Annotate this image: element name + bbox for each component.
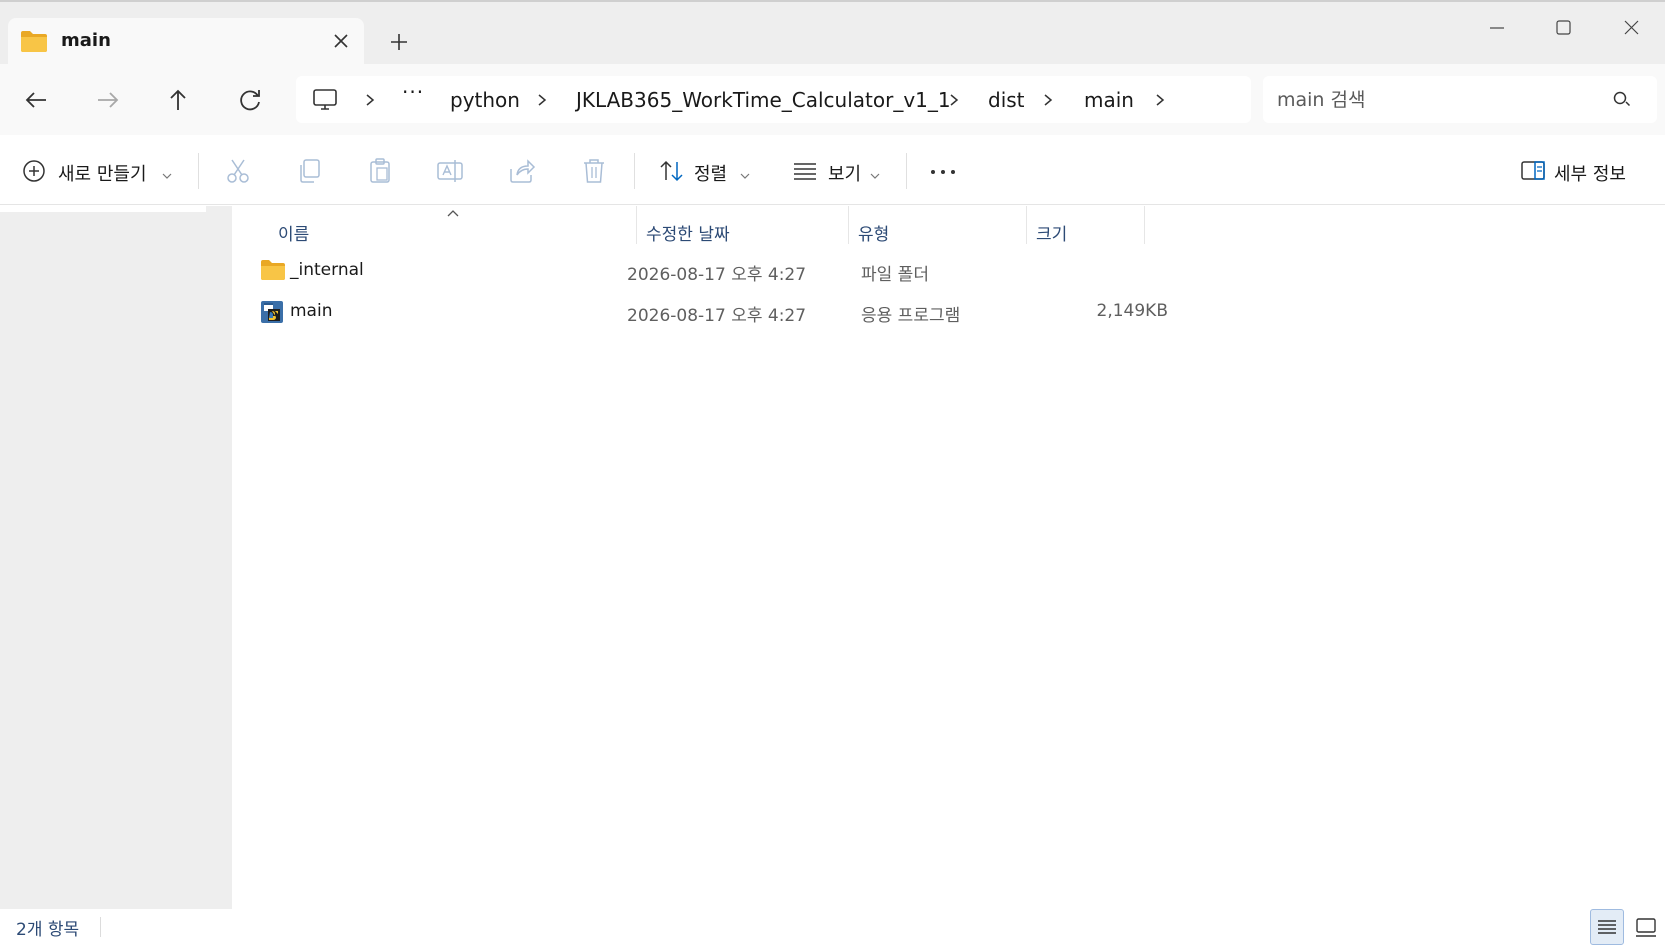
view-label: 보기 [828, 164, 862, 185]
chevron-right-icon[interactable] [534, 91, 550, 109]
address-bar[interactable]: ··· python JKLAB365_WorkTime_Calculator_… [296, 76, 1251, 123]
minimize-button[interactable] [1482, 16, 1512, 40]
plus-circle-icon [22, 159, 46, 187]
paste-icon[interactable] [364, 155, 396, 187]
sort-label: 정렬 [694, 164, 728, 185]
up-button[interactable] [162, 84, 194, 116]
breadcrumb-dist[interactable]: dist [988, 88, 1025, 112]
toolbar-divider [198, 153, 199, 189]
column-header-size[interactable]: 크기 [1026, 214, 1144, 250]
status-divider [100, 917, 101, 937]
item-count: 2개 항목 [16, 920, 80, 940]
cut-icon[interactable] [222, 155, 254, 187]
chevron-right-icon[interactable] [1152, 91, 1168, 109]
chevron-right-icon[interactable] [946, 91, 962, 109]
search-box[interactable] [1263, 76, 1657, 123]
chevron-down-icon [162, 165, 172, 184]
details-label: 세부 정보 [1554, 164, 1626, 185]
column-header-type[interactable]: 유형 [848, 214, 1026, 250]
breadcrumb-more[interactable]: ··· [402, 80, 424, 104]
chevron-down-icon [870, 165, 880, 184]
chevron-right-icon[interactable] [1040, 91, 1056, 109]
navigation-bar: ··· python JKLAB365_WorkTime_Calculator_… [0, 64, 1665, 135]
title-bar: main [0, 0, 1665, 66]
status-bar: 2개 항목 [0, 909, 1665, 945]
file-row-internal[interactable]: _internal 2026-08-17 오후 4:27 파일 폴더 [252, 250, 1382, 290]
more-options-button[interactable] [926, 151, 960, 189]
column-divider[interactable] [1144, 206, 1145, 244]
computer-icon[interactable] [312, 88, 338, 116]
details-pane-icon [1520, 160, 1546, 186]
details-view-icon [1598, 920, 1616, 934]
large-icons-view-icon [1636, 918, 1656, 937]
large-icons-view-toggle[interactable] [1628, 909, 1662, 945]
copy-icon[interactable] [294, 155, 326, 187]
file-list[interactable]: 이름 수정한 날짜 유형 크기 _internal 2026-08-17 오후 … [232, 206, 1665, 909]
column-header-date[interactable]: 수정한 날짜 [636, 214, 848, 250]
breadcrumb-main[interactable]: main [1084, 88, 1134, 112]
close-window-button[interactable] [1616, 16, 1646, 40]
file-name: main [290, 301, 333, 321]
file-date: 2026-08-17 오후 4:27 [627, 306, 807, 326]
close-tab-button[interactable] [328, 28, 354, 54]
file-explorer-window: main ··· python JKLAB365_WorkTime_Calcul… [0, 0, 1665, 945]
file-type: 파일 폴더 [861, 265, 929, 285]
details-pane-button[interactable]: 세부 정보 [1518, 151, 1654, 189]
file-size: 2,149KB [1096, 301, 1168, 321]
refresh-button[interactable] [234, 84, 266, 116]
delete-icon[interactable] [578, 155, 610, 187]
back-button[interactable] [20, 84, 52, 116]
new-button[interactable]: 새로 만들기 [18, 151, 178, 189]
navigation-pane[interactable] [0, 206, 232, 909]
maximize-button[interactable] [1548, 16, 1578, 40]
file-type: 응용 프로그램 [861, 306, 961, 326]
sort-button[interactable]: 정렬 [656, 151, 752, 189]
column-header-name[interactable]: 이름 [268, 214, 636, 250]
navigation-pane-edge [0, 206, 206, 212]
toolbar-divider [906, 153, 907, 189]
file-row-main[interactable]: main 2026-08-17 오후 4:27 응용 프로그램 2,149KB [252, 291, 1382, 331]
search-icon[interactable] [1611, 90, 1631, 114]
details-view-toggle[interactable] [1590, 909, 1624, 945]
sort-icon [658, 159, 686, 187]
toolbar-divider [634, 153, 635, 189]
more-icon [931, 170, 955, 174]
forward-button[interactable] [92, 84, 124, 116]
tab-title: main [61, 30, 111, 51]
command-bar: 새로 만들기 정렬 보기 세부 정보 [0, 135, 1665, 205]
folder-icon [260, 259, 286, 285]
file-date: 2026-08-17 오후 4:27 [627, 265, 807, 285]
tab-main[interactable]: main [8, 18, 364, 66]
search-input[interactable] [1277, 86, 1597, 114]
list-view-icon [792, 161, 818, 185]
view-button[interactable]: 보기 [790, 151, 886, 189]
rename-icon[interactable] [434, 155, 466, 187]
share-icon[interactable] [506, 155, 538, 187]
new-tab-button[interactable] [386, 29, 412, 55]
breadcrumb-project[interactable]: JKLAB365_WorkTime_Calculator_v1_1 [576, 88, 951, 112]
new-button-label: 새로 만들기 [58, 164, 147, 185]
breadcrumb-python[interactable]: python [450, 88, 520, 112]
file-name: _internal [290, 260, 364, 280]
folder-icon [20, 29, 48, 57]
chevron-right-icon[interactable] [362, 91, 378, 109]
python-app-icon [260, 300, 284, 328]
chevron-down-icon [740, 165, 750, 184]
